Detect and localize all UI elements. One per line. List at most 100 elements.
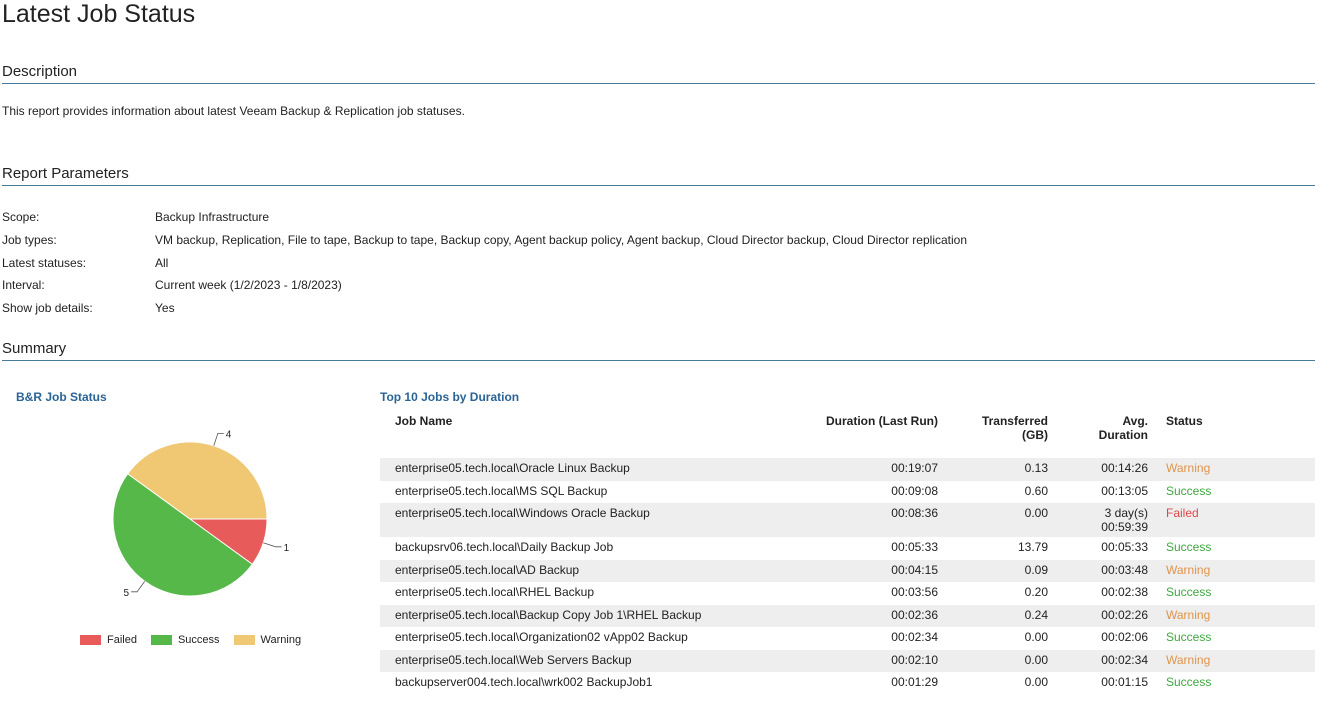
parameter-value: Yes (155, 301, 175, 316)
avg-duration-line: 3 day(s) (1104, 506, 1148, 520)
parameter-value: Current week (1/2/2023 - 1/8/2023) (155, 278, 342, 293)
avg-duration-cell: 00:03:48 (1052, 559, 1152, 582)
col-header-duration: Duration (Last Run) (826, 414, 938, 428)
job-name-cell: enterprise05.tech.local\AD Backup (380, 559, 720, 582)
transferred-cell: 0.00 (1024, 630, 1048, 644)
avg-duration-cell: 3 day(s) 00:59:39 (1052, 503, 1152, 537)
avg-duration-cell: 00:01:15 (1052, 672, 1152, 695)
avg-duration-cell: 00:14:26 (1052, 458, 1152, 481)
job-name-cell: enterprise05.tech.local\Backup Copy Job … (380, 604, 720, 627)
avg-duration-cell: 00:05:33 (1052, 537, 1152, 560)
job-name-cell: enterprise05.tech.local\Oracle Linux Bac… (380, 458, 720, 481)
report-parameters-heading: Report Parameters (2, 165, 1315, 186)
avg-duration-line: 00:59:39 (1101, 520, 1148, 534)
col-header-transferred-line1: Transferred (981, 414, 1048, 428)
status-cell: Success (1166, 540, 1212, 554)
status-cell: Warning (1152, 649, 1315, 672)
avg-duration-line: 00:05:33 (1101, 540, 1148, 554)
avg-duration-line: 00:01:15 (1101, 675, 1148, 689)
parameter-row: Job types: VM backup, Replication, File t… (2, 229, 967, 252)
avg-duration-line: 00:02:34 (1101, 652, 1148, 667)
avg-duration-cell: 00:13:05 (1052, 481, 1152, 504)
transferred-cell: 0.24 (942, 604, 1052, 627)
table-row: enterprise05.tech.local\MS SQL Backup 00:… (380, 481, 1315, 504)
duration-cell: 00:19:07 (720, 458, 942, 481)
report-parameters-list: Scope: Backup Infrastructure Job types: VM … (2, 206, 967, 319)
transferred-cell: 0.00 (942, 503, 1052, 537)
pie-label-leader (213, 433, 224, 446)
transferred-cell: 0.00 (942, 649, 1052, 672)
avg-duration-line: 00:02:26 (1101, 607, 1148, 622)
transferred-cell: 0.20 (1024, 585, 1048, 599)
job-name-cell: enterprise05.tech.local\Web Servers Back… (380, 649, 720, 672)
status-cell: Success (1166, 630, 1212, 644)
top-jobs-table: Job Name Duration (Last Run) Transferred… (380, 412, 1315, 695)
status-cell: Success (1166, 585, 1212, 599)
parameter-row: Show job details: Yes (2, 297, 967, 320)
avg-duration-cell: 00:02:26 (1052, 604, 1152, 627)
col-header-transferred-line2: (GB) (1022, 428, 1048, 442)
table-title: Top 10 Jobs by Duration (380, 390, 520, 404)
duration-cell: 00:04:15 (720, 559, 942, 582)
legend-swatch (150, 635, 172, 645)
duration-cell: 00:09:08 (891, 483, 938, 498)
legend-label: Success (177, 634, 220, 646)
avg-duration-line: 00:14:26 (1101, 461, 1148, 475)
avg-duration-line: 00:02:06 (1101, 630, 1148, 644)
pie-data-label: 4 (226, 429, 232, 440)
status-cell: Warning (1152, 559, 1315, 582)
avg-duration-line: 00:03:48 (1101, 562, 1148, 577)
avg-duration-cell: 00:02:06 (1052, 627, 1152, 650)
table-row: enterprise05.tech.local\Organization02 v… (380, 627, 1315, 650)
status-cell: Warning (1152, 458, 1315, 481)
job-status-pie-chart: 1 5 4 (112, 429, 290, 599)
pie-data-label: 5 (124, 588, 130, 599)
parameter-label: Interval: (2, 278, 45, 293)
parameter-value: All (155, 255, 169, 270)
table-row: enterprise05.tech.local\RHEL Backup 00:03… (380, 582, 1315, 605)
description-text: This report provides information about l… (2, 104, 465, 118)
status-cell: Success (1166, 675, 1212, 689)
job-name-cell: enterprise05.tech.local\RHEL Backup (395, 585, 594, 599)
table-row: backupserver004.tech.local\wrk002 Backup… (380, 672, 1315, 695)
transferred-cell: 0.60 (1024, 483, 1048, 498)
parameter-label: Job types: (2, 233, 57, 248)
table-row: enterprise05.tech.local\Backup Copy Job … (380, 604, 1315, 627)
summary-heading: Summary (2, 340, 1315, 361)
parameter-label: Scope: (2, 210, 40, 225)
avg-duration-cell: 00:02:34 (1052, 649, 1152, 672)
table-header-row: Job Name Duration (Last Run) Transferred… (380, 412, 1315, 458)
duration-cell: 00:03:56 (891, 585, 938, 599)
legend-item-success: Success (150, 634, 220, 646)
transferred-cell: 0.00 (1024, 675, 1048, 689)
parameter-row: Latest statuses: All (2, 251, 967, 274)
duration-cell: 00:05:33 (891, 540, 938, 554)
avg-duration-line: 00:02:38 (1101, 585, 1148, 599)
status-cell: Success (1166, 483, 1212, 498)
page-title: Latest Job Status (2, 0, 196, 28)
table-row: enterprise05.tech.local\Windows Oracle B… (380, 503, 1315, 537)
parameter-row: Interval: Current week (1/2/2023 - 1/8/20… (2, 274, 967, 297)
pie-label-leader (263, 542, 282, 548)
pie-label-leader (131, 581, 146, 593)
pie-data-label: 1 (284, 543, 290, 554)
table-row: enterprise05.tech.local\Web Servers Back… (380, 649, 1315, 672)
duration-cell: 00:02:10 (720, 649, 942, 672)
parameter-value: Backup Infrastructure (155, 210, 270, 225)
table-row: enterprise05.tech.local\AD Backup 00:04:1… (380, 559, 1315, 582)
table-row: backupsrv06.tech.local\Daily Backup Job 0… (380, 537, 1315, 560)
parameter-label: Latest statuses: (2, 255, 87, 270)
duration-cell: 00:02:36 (720, 604, 942, 627)
legend-label: Warning (260, 634, 302, 646)
legend-item-failed: Failed (80, 634, 137, 646)
col-header-avg-line1: Avg. (1122, 414, 1148, 428)
legend-label: Failed (107, 634, 137, 646)
parameter-value: VM backup, Replication, File to tape, Ba… (155, 233, 968, 248)
chart-title: B&R Job Status (16, 390, 107, 404)
col-header-transferred: Transferred (GB) (942, 412, 1052, 458)
col-header-status: Status (1166, 414, 1203, 428)
col-header-avg-duration: Avg. Duration (1052, 412, 1152, 458)
description-heading: Description (2, 63, 1315, 84)
job-name-cell: backupserver004.tech.local\wrk002 Backup… (395, 675, 653, 689)
chart-legend: Failed Success Warning (80, 634, 301, 646)
